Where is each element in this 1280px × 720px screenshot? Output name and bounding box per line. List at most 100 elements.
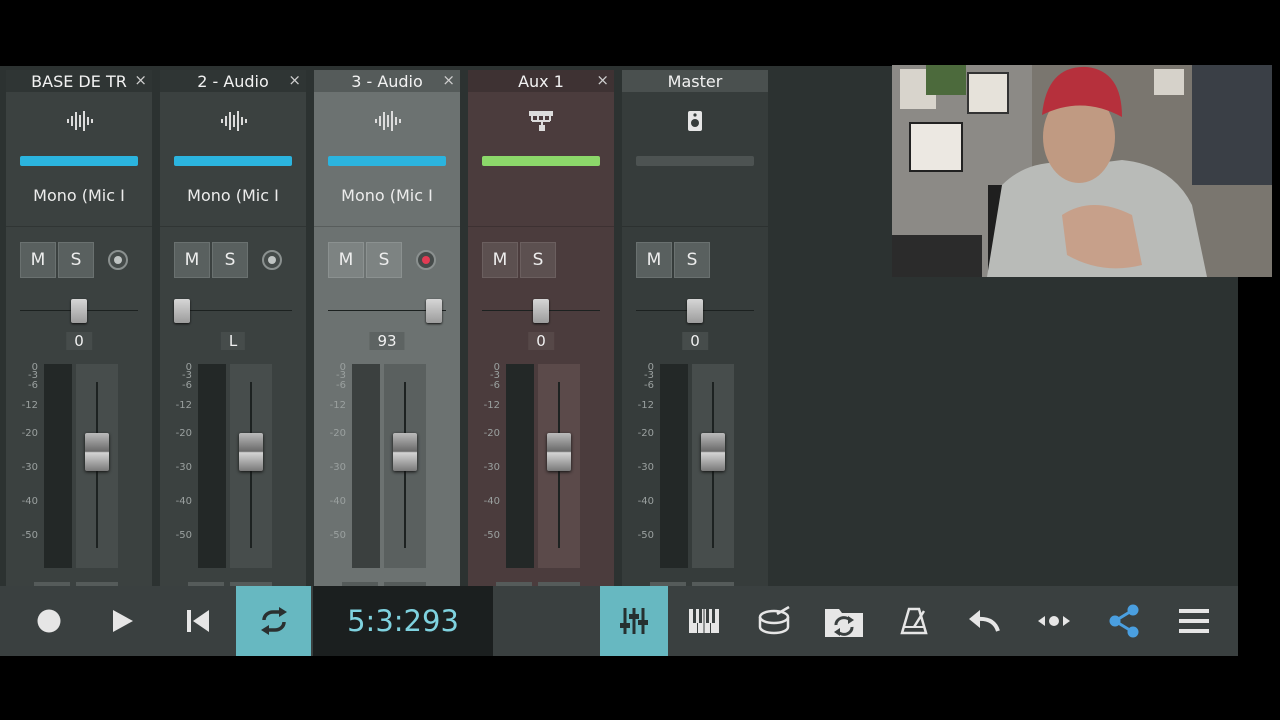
- transport-toolbar: 5:3:293: [0, 586, 1238, 656]
- volume-fader-track[interactable]: [76, 364, 118, 568]
- channel-color-bar[interactable]: [328, 156, 446, 166]
- mute-button[interactable]: M: [636, 242, 672, 278]
- solo-button[interactable]: S: [212, 242, 248, 278]
- drum-pads-button[interactable]: [740, 586, 808, 656]
- time-display[interactable]: 5:3:293: [313, 586, 493, 656]
- meter-scale-label: -6: [336, 380, 346, 391]
- menu-icon: [1179, 609, 1209, 633]
- pan-value[interactable]: 93: [369, 332, 405, 350]
- mute-button[interactable]: M: [174, 242, 210, 278]
- meter-scale-label: -40: [21, 496, 38, 507]
- volume-fader-track[interactable]: [692, 364, 734, 568]
- channel-color-bar[interactable]: [636, 156, 754, 166]
- mute-button[interactable]: M: [20, 242, 56, 278]
- mute-button[interactable]: M: [482, 242, 518, 278]
- meter-scale-label: -6: [644, 380, 654, 391]
- mixer-button[interactable]: [600, 586, 668, 656]
- close-channel-button[interactable]: ×: [288, 71, 301, 89]
- level-meter: [44, 364, 72, 568]
- meter-scale-label: -12: [637, 400, 654, 411]
- volume-fader-knob[interactable]: [393, 433, 417, 471]
- input-source-label[interactable]: Mono (Mic I: [160, 186, 306, 205]
- meter-scale-label: -12: [329, 400, 346, 411]
- meter-scale-label: -20: [21, 428, 38, 439]
- close-channel-button[interactable]: ×: [596, 71, 609, 89]
- channel-name[interactable]: BASE DE TR: [6, 72, 152, 91]
- channel-header[interactable]: 3 - Audio ×: [314, 70, 460, 92]
- volume-fader-track[interactable]: [538, 364, 580, 568]
- pan-value[interactable]: 0: [66, 332, 92, 350]
- pan-knob[interactable]: [174, 299, 190, 323]
- meter-scale-label: -6: [490, 380, 500, 391]
- meter-scale-label: -12: [175, 400, 192, 411]
- volume-fader-track[interactable]: [230, 364, 272, 568]
- meter-scale-label: -20: [329, 428, 346, 439]
- pan-value[interactable]: L: [220, 332, 246, 350]
- pan-value[interactable]: 0: [682, 332, 708, 350]
- loop-button[interactable]: [236, 586, 311, 656]
- solo-button[interactable]: S: [520, 242, 556, 278]
- metronome-button[interactable]: [880, 586, 948, 656]
- close-channel-button[interactable]: ×: [134, 71, 147, 89]
- volume-fader-knob[interactable]: [85, 433, 109, 471]
- speaker-icon: [680, 108, 710, 134]
- pan-knob[interactable]: [71, 299, 87, 323]
- pan-knob[interactable]: [426, 299, 443, 323]
- record-arm-icon: [422, 256, 430, 264]
- menu-button[interactable]: [1160, 586, 1228, 656]
- meter-scale-label: -30: [21, 462, 38, 473]
- meter-scale-label: -30: [483, 462, 500, 473]
- channel-strip[interactable]: Master M S 0 0 -3 -6 -12 -20 -30 -40 -50: [622, 70, 768, 594]
- mute-button[interactable]: M: [328, 242, 364, 278]
- channel-name[interactable]: 3 - Audio: [314, 72, 460, 91]
- close-channel-button[interactable]: ×: [442, 71, 455, 89]
- record-arm-button[interactable]: [262, 250, 282, 270]
- volume-fader-knob[interactable]: [239, 433, 263, 471]
- meter-scale-label: -50: [175, 530, 192, 541]
- channel-name[interactable]: Aux 1: [468, 72, 614, 91]
- pan-value[interactable]: 0: [528, 332, 554, 350]
- channel-header[interactable]: 2 - Audio ×: [160, 70, 306, 92]
- skip-to-start-button[interactable]: [160, 586, 236, 656]
- channel-header[interactable]: Master: [622, 70, 768, 92]
- pan-knob[interactable]: [533, 299, 549, 323]
- channel-strip[interactable]: Aux 1 × M S 0 0 -3 -6 -12 -20 -30 -40 -50: [468, 70, 614, 594]
- piano-roll-button[interactable]: [670, 586, 738, 656]
- volume-fader-track[interactable]: [384, 364, 426, 568]
- channel-header[interactable]: Aux 1 ×: [468, 70, 614, 92]
- record-arm-button[interactable]: [416, 250, 436, 270]
- channel-header[interactable]: BASE DE TR ×: [6, 70, 152, 92]
- sync-button[interactable]: [810, 586, 878, 656]
- channel-strip[interactable]: 3 - Audio × Mono (Mic I M S 93 0 -3 -6 -12 -20 -30-…: [314, 70, 460, 594]
- nudge-button[interactable]: [1020, 586, 1088, 656]
- undo-button[interactable]: [950, 586, 1018, 656]
- solo-button[interactable]: S: [674, 242, 710, 278]
- channel-name[interactable]: 2 - Audio: [160, 72, 306, 91]
- pan-track: [174, 310, 292, 311]
- play-button[interactable]: [86, 586, 160, 656]
- record-button[interactable]: [12, 586, 86, 656]
- divider: [6, 226, 152, 227]
- volume-fader-knob[interactable]: [547, 433, 571, 471]
- input-source-label[interactable]: Mono (Mic I: [314, 186, 460, 205]
- meter-scale-label: -12: [483, 400, 500, 411]
- meter-scale-label: -50: [483, 530, 500, 541]
- volume-fader-knob[interactable]: [701, 433, 725, 471]
- record-arm-button[interactable]: [108, 250, 128, 270]
- solo-button[interactable]: S: [366, 242, 402, 278]
- meter-scale-label: -40: [483, 496, 500, 507]
- waveform-icon: [64, 108, 94, 134]
- pan-knob[interactable]: [687, 299, 703, 323]
- channel-strip[interactable]: BASE DE TR × Mono (Mic I M S 0 0 -3 -6 -12 -20 -30-…: [6, 70, 152, 594]
- channel-color-bar[interactable]: [20, 156, 138, 166]
- share-button[interactable]: [1090, 586, 1158, 656]
- channel-color-bar[interactable]: [174, 156, 292, 166]
- channel-strip[interactable]: 2 - Audio × Mono (Mic I M S L 0 -3 -6 -12 -20 -30 -4…: [160, 70, 306, 594]
- solo-button[interactable]: S: [58, 242, 94, 278]
- skip-to-start-icon: [187, 610, 209, 632]
- channel-name[interactable]: Master: [622, 72, 768, 91]
- waveform-icon: [218, 108, 248, 134]
- input-source-label[interactable]: Mono (Mic I: [6, 186, 152, 205]
- channel-color-bar[interactable]: [482, 156, 600, 166]
- mixer-icon: [620, 608, 648, 634]
